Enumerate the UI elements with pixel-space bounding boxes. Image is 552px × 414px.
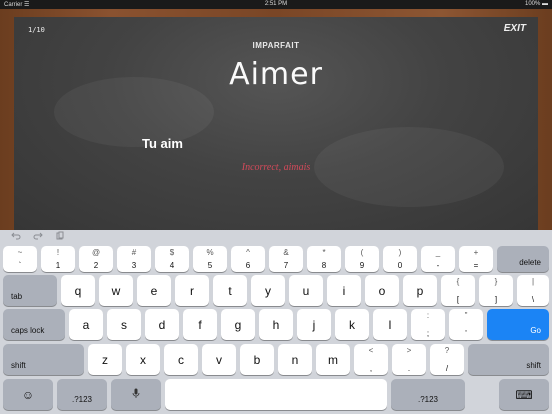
- key-semicolon[interactable]: :;: [411, 309, 445, 340]
- verb-title: Aimer: [229, 57, 323, 92]
- key-period[interactable]: >.: [392, 344, 426, 375]
- key-1[interactable]: ! 1: [41, 246, 75, 272]
- key-w[interactable]: w: [99, 275, 133, 306]
- key-equals[interactable]: + =: [459, 246, 493, 272]
- caps-lock-key[interactable]: caps lock: [3, 309, 65, 340]
- key-l[interactable]: l: [373, 309, 407, 340]
- key-3[interactable]: #3: [117, 246, 151, 272]
- status-bar: Carrier ☰ 2:51 PM 100% ▬: [0, 0, 552, 9]
- on-screen-keyboard: ~ ` ! 1 @2 #3 $4 % 5 ^ 6 & 7 * 8 (9 ) 0 _ - + = d…: [0, 244, 552, 414]
- key-g[interactable]: g: [221, 309, 255, 340]
- hide-keyboard-key[interactable]: ⌨: [499, 379, 549, 410]
- key-8[interactable]: * 8: [307, 246, 341, 272]
- key-z[interactable]: z: [88, 344, 122, 375]
- microphone-icon: [111, 388, 161, 402]
- key-d[interactable]: d: [145, 309, 179, 340]
- exit-button[interactable]: EXIT: [504, 23, 526, 34]
- key-b[interactable]: b: [240, 344, 274, 375]
- key-5[interactable]: % 5: [193, 246, 227, 272]
- key-2[interactable]: @2: [79, 246, 113, 272]
- key-j[interactable]: j: [297, 309, 331, 340]
- key-u[interactable]: u: [289, 275, 323, 306]
- key-e[interactable]: e: [137, 275, 171, 306]
- space-bar[interactable]: [165, 379, 387, 410]
- key-quote[interactable]: " ': [449, 309, 483, 340]
- delete-key[interactable]: delete: [497, 246, 549, 272]
- key-h[interactable]: h: [259, 309, 293, 340]
- key-4[interactable]: $4: [155, 246, 189, 272]
- key-bracket-left[interactable]: {[: [441, 275, 475, 306]
- shift-key-left[interactable]: shift: [3, 344, 84, 375]
- key-0[interactable]: ) 0: [383, 246, 417, 272]
- key-backslash[interactable]: | \: [517, 275, 549, 306]
- key-f[interactable]: f: [183, 309, 217, 340]
- key-backtick[interactable]: ~ `: [3, 246, 37, 272]
- clock: 2:51 PM: [264, 1, 288, 7]
- numbers-key-right[interactable]: .?123: [391, 379, 465, 410]
- key-t[interactable]: t: [213, 275, 247, 306]
- key-c[interactable]: c: [164, 344, 198, 375]
- paste-icon[interactable]: [54, 231, 66, 243]
- key-y[interactable]: y: [251, 275, 285, 306]
- key-slash[interactable]: ? /: [430, 344, 464, 375]
- feedback-message: Incorrect, aimais: [241, 162, 311, 173]
- emoji-icon: ☺: [21, 387, 35, 402]
- key-6[interactable]: ^ 6: [231, 246, 265, 272]
- redo-icon[interactable]: [32, 231, 44, 243]
- answer-input[interactable]: Tu aim: [142, 136, 183, 151]
- go-key[interactable]: Go: [487, 309, 549, 340]
- chalkboard: 1/10 EXIT IMPARFAIT Aimer Tu aim Incorre…: [14, 17, 538, 230]
- key-q[interactable]: q: [61, 275, 95, 306]
- key-a[interactable]: a: [69, 309, 103, 340]
- emoji-key[interactable]: ☺: [3, 379, 53, 410]
- keyboard-shortcut-bar: [0, 230, 552, 244]
- key-n[interactable]: n: [278, 344, 312, 375]
- question-progress: 1/10: [28, 26, 45, 34]
- dictation-key[interactable]: [111, 379, 161, 410]
- battery-indicator: 100% ▬: [524, 1, 548, 7]
- key-m[interactable]: m: [316, 344, 350, 375]
- shift-key-right[interactable]: shift: [468, 344, 549, 375]
- key-x[interactable]: x: [126, 344, 160, 375]
- key-k[interactable]: k: [335, 309, 369, 340]
- key-v[interactable]: v: [202, 344, 236, 375]
- tab-key[interactable]: tab: [3, 275, 57, 306]
- key-o[interactable]: o: [365, 275, 399, 306]
- undo-icon[interactable]: [10, 231, 22, 243]
- key-bracket-right[interactable]: }]: [479, 275, 513, 306]
- tense-label: IMPARFAIT: [252, 41, 300, 50]
- key-9[interactable]: (9: [345, 246, 379, 272]
- key-minus[interactable]: _ -: [421, 246, 455, 272]
- keyboard-hide-icon: ⌨: [515, 387, 533, 402]
- key-comma[interactable]: <,: [354, 344, 388, 375]
- key-7[interactable]: & 7: [269, 246, 303, 272]
- chalkboard-frame: 1/10 EXIT IMPARFAIT Aimer Tu aim Incorre…: [0, 9, 552, 230]
- key-s[interactable]: s: [107, 309, 141, 340]
- key-r[interactable]: r: [175, 275, 209, 306]
- key-i[interactable]: i: [327, 275, 361, 306]
- key-p[interactable]: p: [403, 275, 437, 306]
- numbers-key-left[interactable]: .?123: [57, 379, 107, 410]
